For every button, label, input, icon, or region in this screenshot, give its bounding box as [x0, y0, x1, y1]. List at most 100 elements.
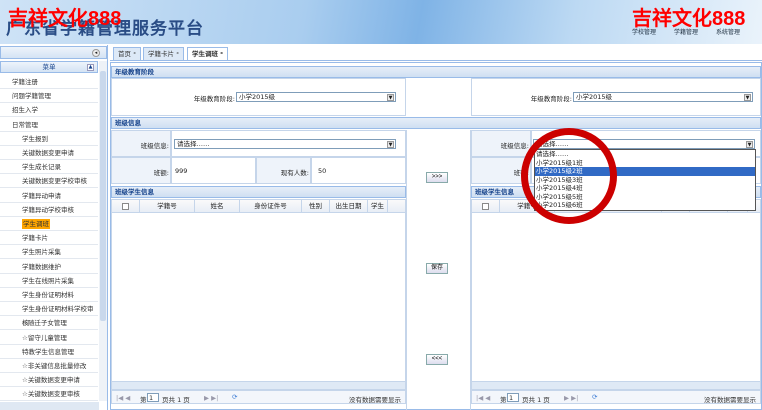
- save-button[interactable]: 保存: [426, 263, 448, 274]
- nav-student-records[interactable]: 学籍管理: [674, 27, 698, 36]
- nav-school[interactable]: 学校管理: [632, 27, 656, 36]
- size-value-left: 999: [175, 167, 188, 175]
- page-input[interactable]: 1: [507, 393, 519, 402]
- menu-header: 菜单 ▲: [0, 61, 98, 73]
- sidebar-item-label: ☆关键数据变更审核: [22, 390, 80, 399]
- select-all-checkbox[interactable]: [112, 200, 140, 213]
- sidebar-item-label: 学籍异动学校审核: [22, 205, 74, 214]
- last-page-icon[interactable]: ▶ ▶|: [204, 394, 218, 402]
- sidebar-item[interactable]: 学生调班: [0, 217, 98, 231]
- pager-left: |◀ ◀ 第 1 页共 1 页 ▶ ▶| ⟳ 没有数据需要显示: [111, 390, 406, 404]
- sidebar-item[interactable]: 学籍数据维护: [0, 260, 98, 274]
- collapse-menu-icon[interactable]: ▲: [87, 64, 94, 71]
- table-body-left: [111, 213, 406, 381]
- sidebar-item[interactable]: 学生报到: [0, 132, 98, 146]
- page-input[interactable]: 1: [147, 393, 159, 402]
- refresh-icon[interactable]: ⟳: [592, 393, 597, 401]
- sidebar-item-label: 学籍异动申请: [22, 191, 61, 200]
- sidebar-item-label: 关键数据变更申请: [22, 149, 74, 157]
- tab[interactable]: 学生调班 ˣ: [187, 47, 228, 61]
- sidebar-item-label: 学生照片采集: [22, 248, 61, 257]
- move-left-button[interactable]: <<<: [426, 354, 448, 365]
- grade-label-right: 年级教育阶段:: [530, 95, 572, 103]
- sidebar-vscrollbar[interactable]: [99, 61, 107, 401]
- sidebar-item-label: 学生身份证明材料: [22, 291, 74, 299]
- pager-right: |◀ ◀ 第 1 页共 1 页 ▶ ▶| ⟳ 没有数据需要显示: [471, 390, 761, 404]
- move-right-button[interactable]: >>>: [426, 172, 448, 183]
- class-select-left[interactable]: 请选择…… ▼: [174, 139, 396, 149]
- grade-section-header: 年级教育阶段: [111, 66, 761, 78]
- sidebar-item[interactable]: 学籍异动申请: [0, 189, 98, 203]
- sidebar-item-label: ☆留守儿童管理: [22, 333, 67, 342]
- class-label-left: 班级信息:: [140, 142, 169, 150]
- table-hscrollbar-right[interactable]: [471, 381, 761, 390]
- sidebar-item-label: 问题学籍管理: [12, 92, 51, 101]
- sidebar-item[interactable]: 日常管理: [0, 118, 98, 132]
- sidebar-item[interactable]: 学籍异动学校审核: [0, 203, 98, 217]
- collapse-icon[interactable]: ◂: [92, 49, 100, 57]
- sidebar-item[interactable]: 学生在线照片采集: [0, 274, 98, 288]
- sidebar-item[interactable]: 关键数据变更申请: [0, 146, 98, 160]
- sidebar-item-label: 日常管理: [12, 120, 38, 129]
- count-value-left: 50: [318, 167, 327, 175]
- tab-label: 学生调班: [192, 50, 218, 58]
- column-header[interactable]: 姓名: [195, 200, 240, 213]
- first-page-icon[interactable]: |◀ ◀: [116, 394, 130, 402]
- pager-suffix: 页共 1 页: [162, 396, 190, 404]
- pager-suffix: 页共 1 页: [522, 396, 550, 404]
- sidebar-topbar: ◂: [0, 46, 107, 59]
- count-label-left: 现有人数:: [280, 169, 309, 177]
- column-header[interactable]: 身份证件号: [240, 200, 302, 213]
- sidebar-item[interactable]: 学生身份证明材料: [0, 288, 98, 302]
- table-hscrollbar-left[interactable]: [111, 381, 406, 390]
- grade-select-left-value: 小学2015级: [239, 93, 276, 101]
- close-tab-icon[interactable]: ˣ: [131, 50, 136, 58]
- tab[interactable]: 学籍卡片 ˣ: [143, 47, 184, 60]
- class-label-right: 班级信息:: [500, 142, 529, 150]
- sidebar-item[interactable]: 招生入学: [0, 103, 98, 118]
- sidebar-item[interactable]: ☆留守儿童管理: [0, 331, 98, 345]
- sidebar-hscrollbar[interactable]: [0, 402, 99, 410]
- sidebar-item-label: 学生报到: [22, 134, 48, 143]
- close-tab-icon[interactable]: ˣ: [174, 50, 179, 58]
- sidebar-item[interactable]: 学生照片采集: [0, 245, 98, 260]
- class-section-header: 班级信息: [111, 117, 761, 129]
- sidebar-item-label: 学生调班: [22, 219, 50, 229]
- sidebar-item[interactable]: ☆关键数据变更申请: [0, 373, 98, 388]
- close-tab-icon[interactable]: ˣ: [218, 50, 223, 58]
- refresh-icon[interactable]: ⟳: [232, 393, 237, 401]
- column-header[interactable]: 性别: [302, 200, 330, 213]
- sidebar-item[interactable]: 特教学生信息管理: [0, 345, 98, 359]
- sidebar-item[interactable]: 学籍卡片: [0, 231, 98, 246]
- sidebar-item[interactable]: 学生身份证明材料学校审核: [0, 302, 98, 327]
- select-all-checkbox[interactable]: [472, 200, 500, 213]
- sidebar-item[interactable]: ☆非关键信息批量修改: [0, 359, 98, 373]
- class-select-left-value: 请选择……: [177, 140, 210, 148]
- sidebar-item-label: 学籍数据维护: [22, 262, 61, 271]
- sidebar-item[interactable]: ☆随迁子女管理: [0, 316, 98, 331]
- grade-select-right-value: 小学2015级: [576, 93, 613, 101]
- grade-select-left[interactable]: 小学2015级 ▼: [236, 92, 396, 102]
- pager-prefix: 第: [500, 396, 507, 404]
- header-banner: 广东省学籍管理服务平台 吉祥文化888 吉祥文化888 学校管理 学籍管理 系统…: [0, 0, 762, 44]
- sidebar-item[interactable]: ☆关键数据变更审核: [0, 387, 98, 402]
- sidebar-item-label: 学生成长记录: [22, 163, 61, 172]
- main-panel: 年级教育阶段 年级教育阶段: 小学2015级 ▼ 年级教育阶段: 小学2015级 ▼…: [110, 62, 762, 410]
- first-page-icon[interactable]: |◀ ◀: [476, 394, 490, 402]
- column-header[interactable]: 出生日期: [330, 200, 368, 213]
- sidebar-item-label: ☆随迁子女管理: [22, 319, 67, 328]
- last-page-icon[interactable]: ▶ ▶|: [564, 394, 578, 402]
- tab[interactable]: 首页 ˣ: [113, 47, 141, 60]
- sidebar-item[interactable]: 学生成长记录: [0, 160, 98, 175]
- nav-system[interactable]: 系统管理: [716, 27, 740, 36]
- column-header[interactable]: 学生: [368, 200, 388, 213]
- pager-empty-msg: 没有数据需要显示: [349, 396, 401, 404]
- grade-select-right[interactable]: 小学2015级 ▼: [573, 92, 753, 102]
- sidebar-item[interactable]: 问题学籍管理: [0, 89, 98, 104]
- sidebar-item[interactable]: 关键数据变更学校审核: [0, 174, 98, 189]
- dropdown-arrow-icon: ▼: [744, 94, 751, 101]
- table-body-right: [471, 213, 761, 381]
- sidebar-item[interactable]: 学籍注册: [0, 75, 98, 89]
- column-header[interactable]: 学籍号: [140, 200, 195, 213]
- watermark-left: 吉祥文化888: [8, 8, 122, 30]
